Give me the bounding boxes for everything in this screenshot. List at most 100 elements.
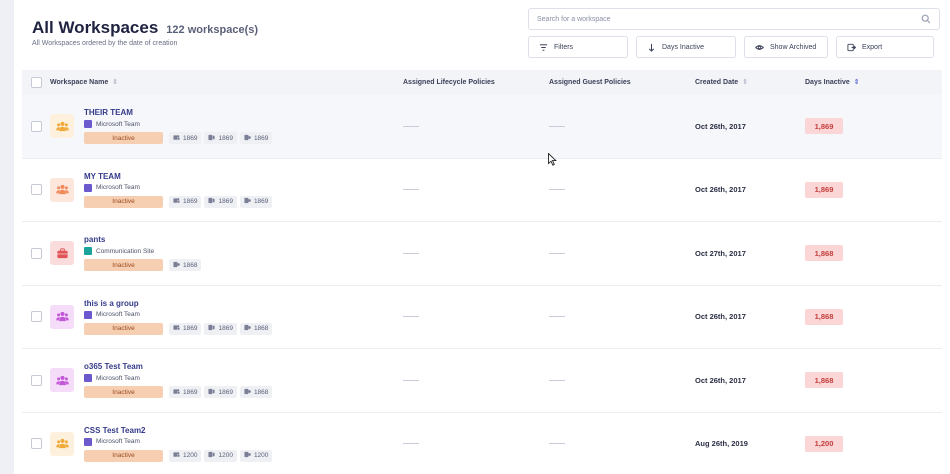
- microsoft-teams-icon: [84, 374, 92, 383]
- microsoft-teams-icon: [84, 310, 92, 319]
- column-header-name[interactable]: Workspace Name ⇕: [50, 79, 403, 86]
- activity-stat-value: 1869: [253, 134, 269, 142]
- activity-stat: 1868: [239, 386, 273, 399]
- activity-stat: 1869: [169, 322, 202, 335]
- guest-policy-empty: [549, 189, 565, 191]
- toolbar: Filters Days Inactive Show Archived Expo…: [528, 36, 934, 58]
- group-stat-icon: [173, 261, 180, 270]
- activity-stat: 1869: [204, 322, 237, 335]
- column-header-guest: Assigned Guest Policies: [549, 79, 631, 86]
- activity-stat: 1869: [169, 195, 202, 208]
- column-header-created[interactable]: Created Date ⇕: [695, 79, 805, 86]
- status-badge: Inactive: [84, 322, 163, 335]
- table-body: THEIR TEAM Microsoft Team Inactive 1869 1…: [22, 95, 942, 474]
- mouse-cursor-icon: [548, 153, 557, 166]
- teams-stat-icon: [173, 451, 180, 460]
- status-badge: Inactive: [84, 195, 163, 208]
- activity-stats: 1200 1200 1200: [169, 449, 273, 462]
- days-inactive-badge: 1,868: [805, 372, 843, 389]
- page-subtitle: All Workspaces ordered by the date of cr…: [32, 40, 178, 47]
- sharepoint-stat-icon: [208, 451, 216, 460]
- workspace-name-link[interactable]: MY TEAM: [84, 172, 272, 181]
- row-checkbox[interactable]: [30, 120, 42, 132]
- workspace-name-link[interactable]: o365 Test Team: [84, 362, 272, 371]
- table-row[interactable]: pants Communication Site Inactive 1868 O…: [22, 222, 942, 286]
- guest-policy-empty: [549, 125, 565, 127]
- workspace-name-link[interactable]: THEIR TEAM: [84, 108, 272, 117]
- status-badge: Inactive: [84, 386, 163, 399]
- created-date: Oct 26th, 2017: [695, 312, 746, 322]
- workspace-name-link[interactable]: CSS Test Team2: [84, 426, 272, 435]
- team-avatar-icon: [50, 304, 74, 329]
- eye-icon: [755, 44, 764, 50]
- table-row[interactable]: THEIR TEAM Microsoft Team Inactive 1869 1…: [22, 95, 942, 159]
- column-header-created-label: Created Date: [695, 79, 739, 86]
- table-row[interactable]: MY TEAM Microsoft Team Inactive 1869 1869…: [22, 158, 942, 222]
- microsoft-teams-icon: [84, 437, 92, 446]
- table-row[interactable]: o365 Test Team Microsoft Team Inactive 1…: [22, 349, 942, 413]
- row-checkbox[interactable]: [30, 247, 42, 259]
- sharepoint-site-icon: [84, 247, 92, 256]
- activity-stat-value: 1869: [183, 325, 198, 333]
- activity-stat: 1200: [169, 449, 202, 462]
- sort-icon: ⇕: [112, 79, 119, 86]
- team-avatar-icon: [50, 368, 74, 393]
- lifecycle-policy-empty: [403, 443, 419, 445]
- lifecycle-policy-empty: [403, 125, 419, 127]
- days-inactive-badge: 1,869: [805, 118, 843, 135]
- workspaces-table: Workspace Name ⇕ Assigned Lifecycle Poli…: [22, 70, 942, 474]
- created-date: Oct 26th, 2017: [695, 185, 746, 195]
- days-inactive-label: Days Inactive: [662, 43, 705, 51]
- export-button[interactable]: Export: [836, 36, 934, 58]
- row-checkbox[interactable]: [30, 374, 42, 386]
- export-icon: [847, 43, 856, 51]
- workspace-type: Microsoft Team: [84, 437, 272, 446]
- sort-icon: ⇕: [742, 79, 749, 86]
- workspace-type: Microsoft Team: [84, 310, 272, 319]
- activity-stat-value: 1200: [183, 452, 198, 460]
- filters-button[interactable]: Filters: [528, 36, 628, 58]
- activity-stats: 1869 1869 1868: [169, 322, 273, 335]
- teams-stat-icon: [173, 324, 180, 333]
- arrow-down-icon: [648, 43, 655, 52]
- left-sidebar-strip: [0, 0, 14, 474]
- workspaces-page: All Workspaces 122 workspace(s) All Work…: [22, 0, 942, 474]
- activity-stats: 1869 1869 1869: [169, 195, 273, 208]
- workspace-type-label: Microsoft Team: [96, 438, 140, 446]
- select-all-checkbox[interactable]: [30, 77, 42, 88]
- sharepoint-stat-icon: [208, 324, 216, 333]
- row-checkbox[interactable]: [30, 184, 42, 196]
- activity-stat-value: 1868: [253, 388, 269, 396]
- teams-stat-icon: [173, 134, 180, 143]
- search-icon[interactable]: [921, 14, 931, 24]
- status-badge: Inactive: [84, 132, 163, 145]
- workspace-type: Communication Site: [84, 247, 201, 256]
- activity-stat-value: 1869: [218, 388, 233, 396]
- group-stat-icon: [244, 134, 251, 143]
- days-inactive-sort-button[interactable]: Days Inactive: [636, 36, 736, 58]
- column-header-days-label: Days Inactive: [805, 79, 850, 86]
- days-inactive-badge: 1,868: [805, 245, 843, 262]
- created-date: Aug 26th, 2019: [695, 439, 748, 449]
- activity-stat-value: 1200: [253, 452, 269, 460]
- activity-stat-value: 1869: [183, 134, 198, 142]
- activity-stat: 1200: [204, 449, 237, 462]
- table-row[interactable]: CSS Test Team2 Microsoft Team Inactive 1…: [22, 412, 942, 474]
- teams-stat-icon: [173, 197, 180, 206]
- filter-icon: [539, 43, 548, 51]
- workspace-name-link[interactable]: pants: [84, 235, 201, 244]
- row-checkbox[interactable]: [30, 311, 42, 323]
- show-archived-button[interactable]: Show Archived: [744, 36, 828, 58]
- created-date: Oct 26th, 2017: [695, 121, 746, 131]
- activity-stat-value: 1869: [218, 134, 233, 142]
- table-row[interactable]: this is a group Microsoft Team Inactive …: [22, 285, 942, 349]
- search-input[interactable]: Search for a workspace: [528, 8, 940, 30]
- row-checkbox[interactable]: [30, 438, 42, 450]
- status-badge: Inactive: [84, 259, 163, 272]
- group-stat-icon: [244, 197, 251, 206]
- activity-stat-value: 1869: [183, 198, 198, 206]
- workspace-name-link[interactable]: this is a group: [84, 299, 272, 308]
- activity-stats: 1869 1869 1869: [169, 132, 273, 145]
- workspace-type-label: Communication Site: [96, 247, 155, 255]
- column-header-days-inactive[interactable]: Days Inactive ⇕: [805, 79, 942, 86]
